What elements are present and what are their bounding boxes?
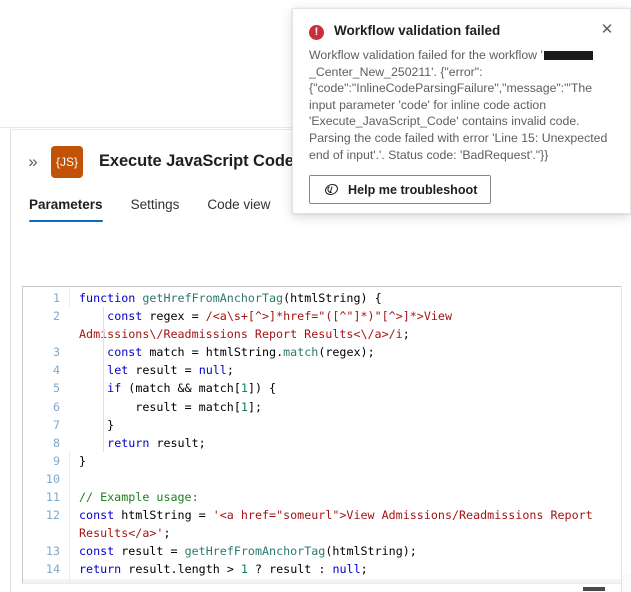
code-line-text: const result = getHrefFromAnchorTag(html…: [69, 542, 621, 561]
code-editor-content[interactable]: 1 function getHrefFromAnchorTag(htmlStrin…: [23, 287, 621, 591]
code-line-number: 5: [52, 381, 60, 396]
code-line-text: const regex = /<a\s+[^>]*href="([^"]*)"[…: [69, 307, 621, 344]
code-line[interactable]: 5 if (match && match[1]) {: [23, 379, 621, 398]
code-line-text: // Example usage:: [69, 488, 621, 507]
code-line-number: 8: [52, 435, 60, 450]
code-line-text: const htmlString = '<a href="someurl">Vi…: [69, 506, 621, 543]
code-line-number: 3: [52, 345, 60, 360]
code-line-number: 9: [52, 453, 60, 468]
code-line-text: }: [69, 415, 621, 434]
code-line-text: result = match[1];: [69, 397, 621, 416]
error-callout: Workflow validation failed ✕ Workflow va…: [292, 8, 631, 214]
code-line-text: function getHrefFromAnchorTag(htmlString…: [69, 289, 621, 308]
code-line-text: return result;: [69, 433, 621, 452]
tab-parameters[interactable]: Parameters: [29, 193, 103, 222]
code-line-number: 12: [45, 508, 60, 523]
code-line-number: 13: [45, 544, 60, 559]
code-line-text: return result.length > 1 ? result : null…: [69, 560, 621, 579]
code-line[interactable]: 14 return result.length > 1 ? result : nu…: [23, 560, 621, 579]
code-line[interactable]: 2 const regex = /<a\s+[^>]*href="([^"]*)…: [23, 307, 621, 344]
editor-vertical-scrollbar[interactable]: [621, 286, 631, 592]
app-root: » {JS} Execute JavaScript Code Parameter…: [0, 0, 631, 592]
javascript-action-icon-label: {JS}: [55, 154, 79, 169]
code-line-number: 1: [52, 291, 60, 305]
code-line-number: 2: [52, 309, 60, 324]
error-callout-message: Workflow validation failed for the workf…: [293, 40, 630, 163]
editor-horizontal-scrollbar[interactable]: [22, 583, 621, 592]
code-line[interactable]: 3 const match = htmlString.match(regex);: [23, 343, 621, 362]
code-line[interactable]: 13 const result = getHrefFromAnchorTag(ht…: [23, 542, 621, 561]
copilot-icon: [323, 181, 340, 198]
code-editor[interactable]: 1 function getHrefFromAnchorTag(htmlStrin…: [22, 286, 621, 592]
editor-horizontal-scrollbar-thumb[interactable]: [583, 587, 605, 591]
editor-vertical-scrollbar-thumb[interactable]: [622, 574, 630, 592]
code-line-text: let result = null;: [69, 361, 621, 380]
code-line-text: const match = htmlString.match(regex);: [69, 343, 621, 362]
code-line-text: if (match && match[1]) {: [69, 379, 621, 398]
error-callout-actions: Help me troubleshoot: [293, 163, 630, 205]
error-message-part-one: Workflow validation failed for the workf…: [309, 48, 543, 62]
code-line[interactable]: 10: [23, 469, 621, 489]
code-line[interactable]: 6 result = match[1];: [23, 397, 621, 416]
code-line-number: 7: [52, 417, 60, 432]
redaction-bar: [543, 51, 593, 60]
tab-code-view[interactable]: Code view: [207, 193, 270, 222]
code-line-text: }: [69, 451, 621, 471]
code-line[interactable]: 1 function getHrefFromAnchorTag(htmlStrin…: [23, 289, 621, 308]
code-line[interactable]: 4 let result = null;: [23, 361, 621, 380]
code-line-number: 11: [45, 490, 60, 505]
code-line[interactable]: 9}: [23, 451, 621, 471]
code-line-number: 10: [45, 471, 60, 486]
code-line[interactable]: 7 }: [23, 415, 621, 434]
code-line-text: [69, 469, 621, 489]
help-me-troubleshoot-button[interactable]: Help me troubleshoot: [309, 175, 492, 205]
page-title: Execute JavaScript Code: [99, 152, 294, 170]
code-line[interactable]: 8 return result;: [23, 433, 621, 452]
help-me-troubleshoot-label: Help me troubleshoot: [348, 182, 478, 197]
code-line-number: 6: [52, 399, 60, 414]
code-line-number: 14: [45, 562, 60, 577]
error-callout-header: Workflow validation failed ✕: [293, 9, 630, 40]
error-circle-icon: [309, 24, 324, 40]
code-line[interactable]: 12 const htmlString = '<a href="someurl">…: [23, 506, 621, 543]
code-line-number: 4: [52, 363, 60, 378]
error-callout-title: Workflow validation failed: [334, 23, 501, 38]
error-message-part-two: _Center_New_250211'. {"error": {"code":"…: [309, 64, 608, 162]
javascript-action-icon: {JS}: [51, 145, 83, 178]
tab-settings[interactable]: Settings: [131, 193, 180, 222]
code-line[interactable]: 11 // Example usage:: [23, 488, 621, 507]
close-icon[interactable]: ✕: [598, 22, 616, 40]
double-chevron-right-icon[interactable]: »: [19, 153, 47, 170]
